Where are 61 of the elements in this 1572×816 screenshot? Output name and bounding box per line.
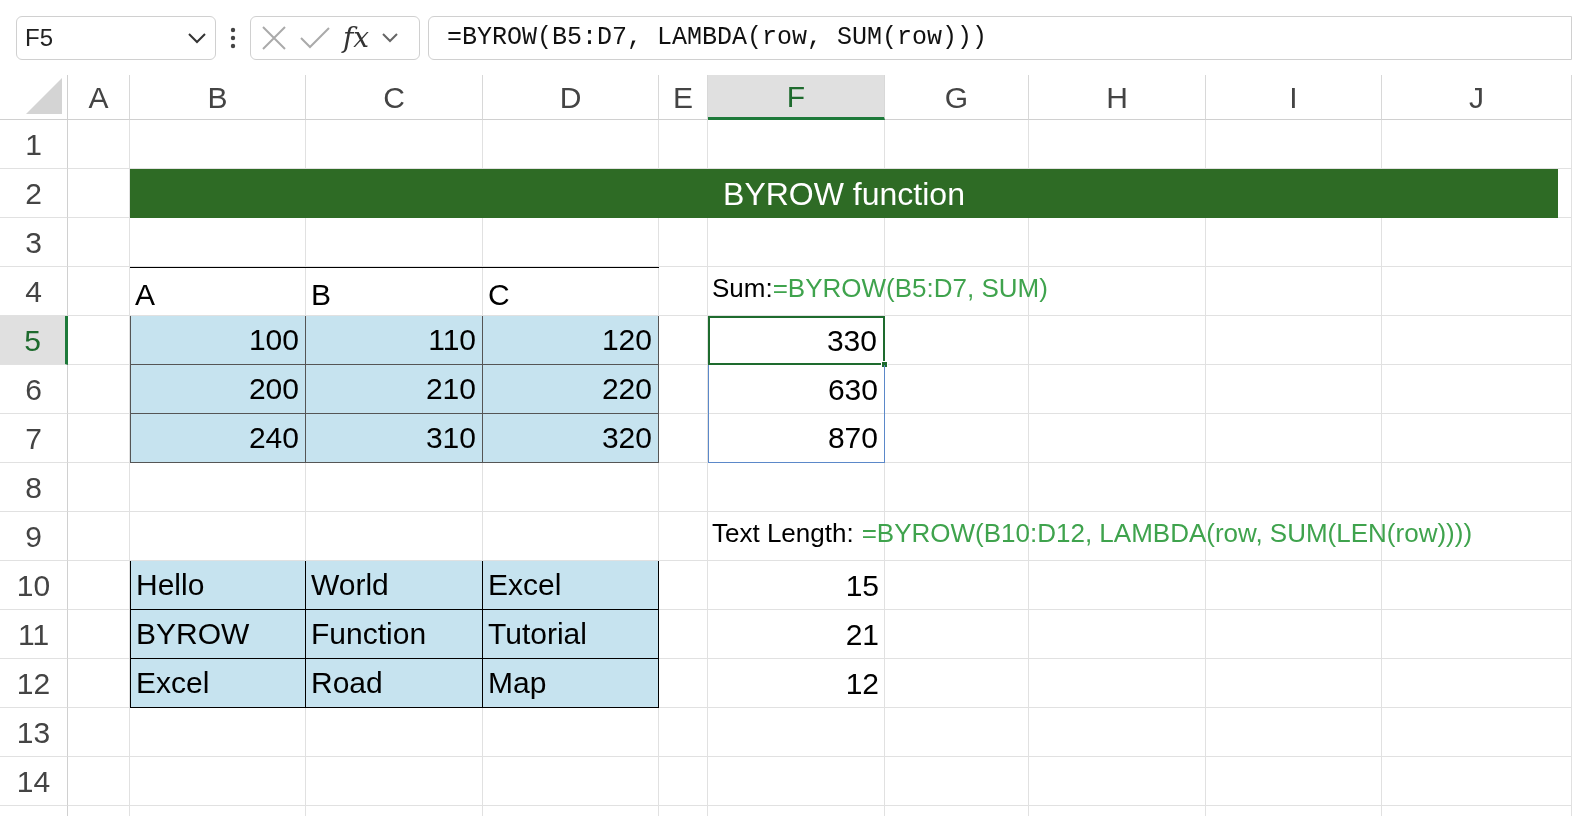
row-header[interactable]: 5	[0, 316, 68, 365]
table-cell: 220	[483, 365, 659, 414]
caption-label: Text Length:	[712, 517, 854, 550]
table-cell: World	[306, 561, 483, 610]
formula-text: =BYROW(B5:D7, SUM)	[772, 272, 1048, 305]
name-box[interactable]: F5	[16, 15, 216, 60]
cell-value: 21	[844, 616, 880, 653]
row-header[interactable]: 6	[0, 365, 68, 414]
column-header[interactable]: D	[483, 75, 659, 120]
column-header[interactable]: J	[1382, 75, 1572, 120]
table-cell: 200	[130, 365, 306, 414]
table-cell: Road	[306, 659, 483, 708]
caret-icon	[187, 31, 207, 44]
row-header[interactable]: 12	[0, 659, 68, 708]
column-header[interactable]: F	[708, 75, 885, 120]
table-cell: Excel	[483, 561, 659, 610]
table-cell: 210	[306, 365, 483, 414]
cell-value: 15	[844, 567, 880, 604]
row-header[interactable]: 3	[0, 218, 68, 267]
table-cell: Tutorial	[483, 610, 659, 659]
row-header[interactable]: 9	[0, 512, 68, 561]
row-header[interactable]: 13	[0, 708, 68, 757]
insert-function-button[interactable]: fx	[343, 23, 370, 52]
table-cell: 310	[306, 414, 483, 463]
row-header[interactable]: 10	[0, 561, 68, 610]
column-header[interactable]: C	[306, 75, 483, 120]
row-header[interactable]: 14	[0, 757, 68, 806]
result-cell[interactable]: 330	[708, 316, 885, 365]
table-cell: 320	[483, 414, 659, 463]
result-cell[interactable]: 630	[708, 365, 885, 414]
table-cell: 100	[130, 316, 306, 365]
formula-text: =BYROW(B10:D12, LAMBDA(row, SUM(LEN(row))))	[861, 517, 1473, 550]
row-header[interactable]: 1	[0, 120, 68, 169]
table-cell: 110	[306, 316, 483, 365]
row-header[interactable]: 2	[0, 169, 68, 218]
formula-field[interactable]: =BYROW(B5:D7, LAMBDA(row, SUM(row)))	[428, 15, 1572, 60]
table-cell: 240	[130, 414, 306, 463]
table-cell: Excel	[130, 659, 306, 708]
column-header[interactable]: E	[659, 75, 708, 120]
more-options-icon[interactable]	[230, 25, 236, 50]
cell-value: 12	[844, 665, 880, 702]
row-header[interactable]: 4	[0, 267, 68, 316]
column-header[interactable]: A	[68, 75, 130, 120]
caption-label: Sum:	[712, 272, 773, 305]
result-cell[interactable]: 870	[708, 414, 885, 463]
table-cell: BYROW	[130, 610, 306, 659]
table-cell: Map	[483, 659, 659, 708]
table-cell: 120	[483, 316, 659, 365]
column-header[interactable]: I	[1206, 75, 1382, 120]
column-header[interactable]: G	[885, 75, 1029, 120]
row-header[interactable]: 7	[0, 414, 68, 463]
caret-icon[interactable]	[381, 32, 400, 43]
row-header[interactable]: 8	[0, 463, 68, 512]
check-icon[interactable]	[299, 25, 331, 50]
fill-handle[interactable]	[881, 361, 888, 368]
table-cell: Function	[306, 610, 483, 659]
title-banner: BYROW function	[130, 169, 1558, 218]
column-header[interactable]: H	[1029, 75, 1206, 120]
table-cell: Hello	[130, 561, 306, 610]
column-header[interactable]: B	[130, 75, 306, 120]
row-header[interactable]: 11	[0, 610, 68, 659]
